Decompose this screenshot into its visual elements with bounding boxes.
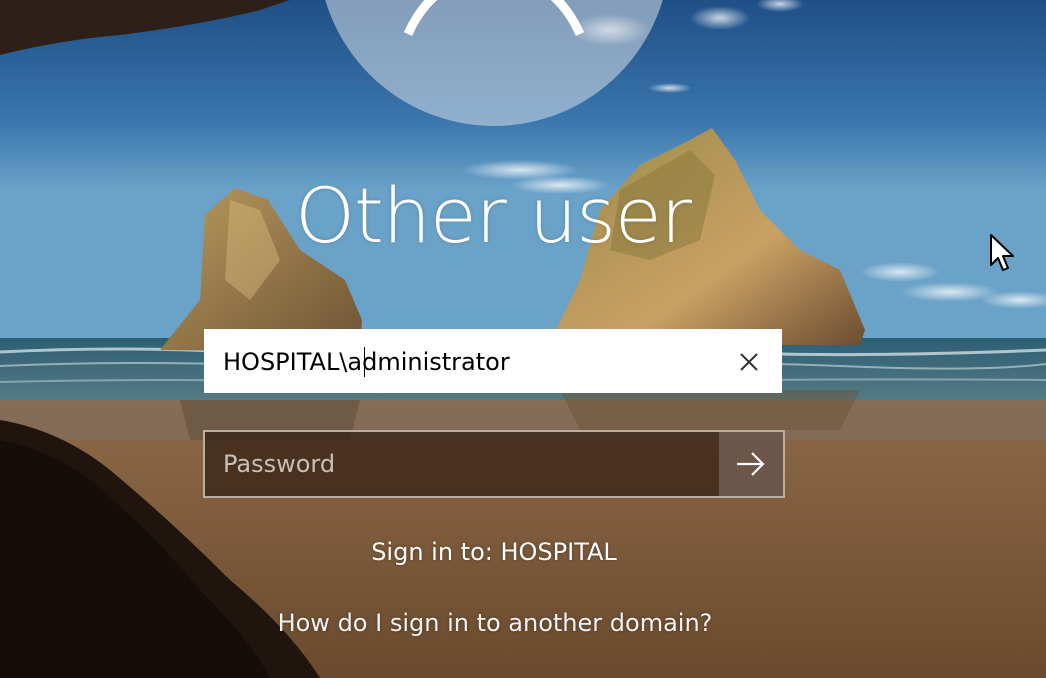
arrow-right-icon xyxy=(737,452,765,476)
clear-button[interactable] xyxy=(732,345,766,379)
username-value[interactable]: HOSPITAL\administrator xyxy=(223,347,510,377)
sign-in-domain-label: Sign in to: HOSPITAL xyxy=(371,538,617,566)
password-input[interactable] xyxy=(205,432,719,496)
password-field-wrapper xyxy=(203,430,785,498)
page-title: Other user xyxy=(295,171,692,260)
text-caret xyxy=(364,347,365,377)
username-field[interactable]: HOSPITAL\administrator xyxy=(204,329,782,393)
user-avatar-icon xyxy=(404,0,584,36)
close-icon xyxy=(740,353,758,371)
other-domain-link[interactable]: How do I sign in to another domain? xyxy=(0,607,990,639)
lock-screen: Other user HOSPITAL\administrator Sign i… xyxy=(0,0,1046,678)
submit-button[interactable] xyxy=(719,432,783,496)
mouse-pointer-icon xyxy=(990,234,1014,271)
